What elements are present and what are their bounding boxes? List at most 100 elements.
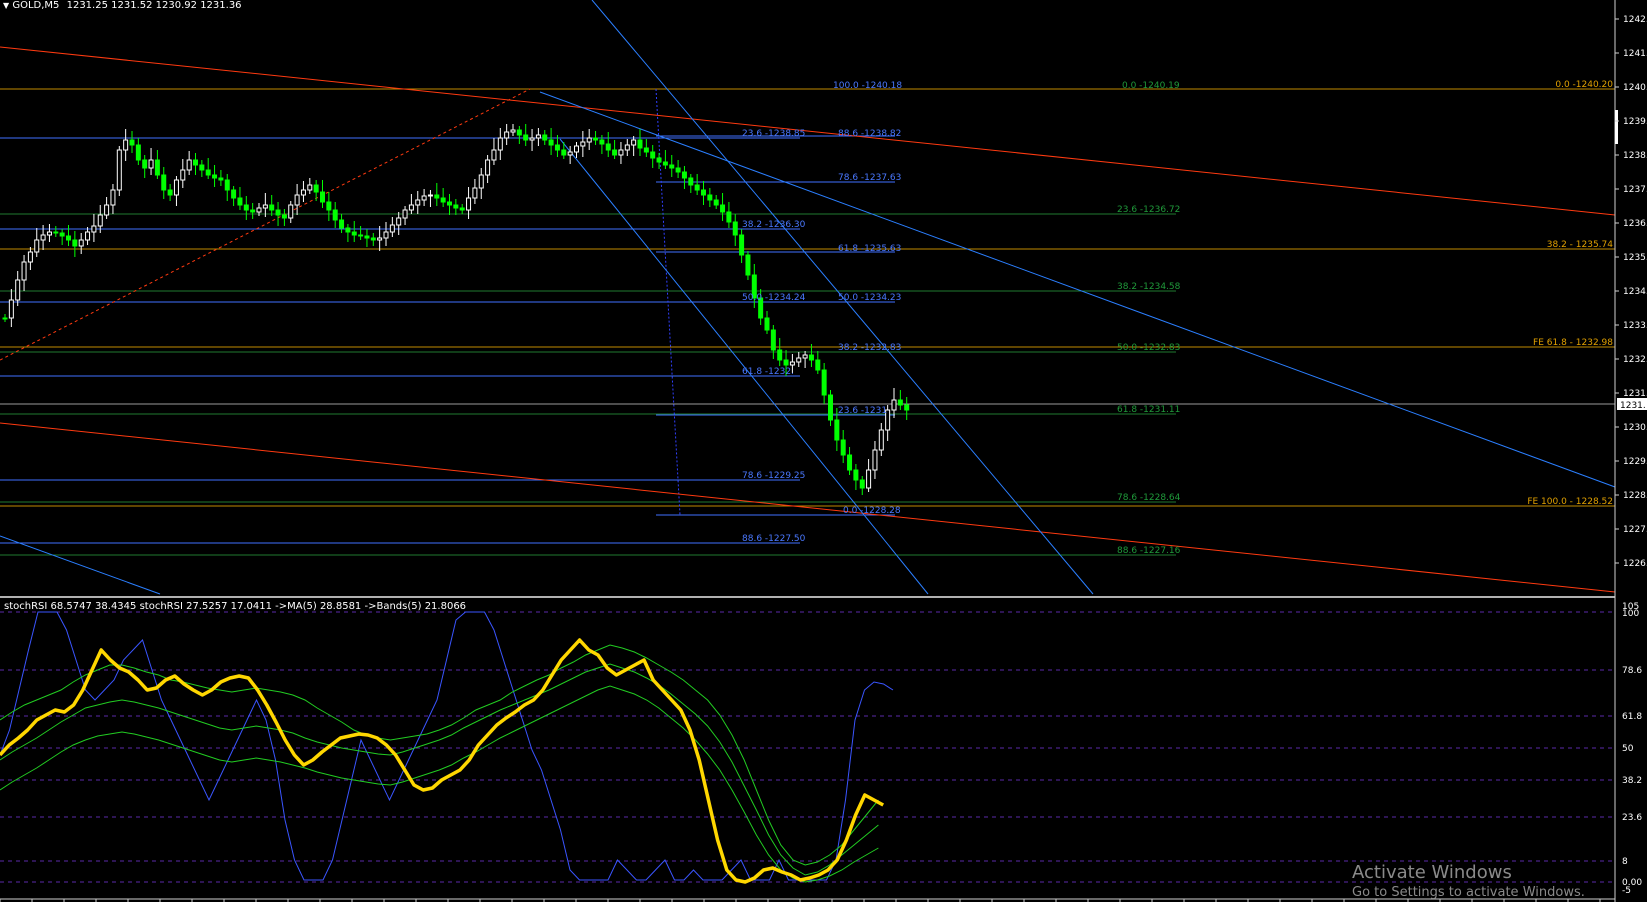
candle-body[interactable] [212,174,218,179]
candle-body[interactable] [878,429,884,451]
candle-body[interactable] [142,159,148,169]
candle-body[interactable] [466,197,472,211]
fib-expansion-orange[interactable] [0,88,1615,507]
candle-body[interactable] [866,469,872,489]
candle-body[interactable] [783,359,789,366]
candle-body[interactable] [631,139,637,146]
candlesticks[interactable] [2,124,910,495]
candle-body[interactable] [231,189,237,199]
candle-body[interactable] [802,354,808,359]
indicator-pane[interactable] [0,596,1615,884]
candle-body[interactable] [300,189,306,196]
candle-body[interactable] [872,449,878,471]
candle-body[interactable] [859,479,865,489]
candle-body[interactable] [618,149,624,156]
candle-body[interactable] [650,151,656,159]
candle-body[interactable] [59,232,65,237]
candle-body[interactable] [453,204,459,209]
candle-body[interactable] [491,149,497,161]
candle-body[interactable] [713,199,719,206]
candle-body[interactable] [764,317,770,331]
candle-body[interactable] [421,195,427,201]
candle-body[interactable] [97,214,103,227]
candle-body[interactable] [167,189,173,196]
candle-body[interactable] [815,359,821,371]
candle-body[interactable] [307,184,313,191]
candle-body[interactable] [53,231,59,234]
candle-body[interactable] [897,399,903,406]
candle-body[interactable] [561,149,567,156]
candle-body[interactable] [580,141,586,147]
candle-body[interactable] [624,144,630,151]
candle-body[interactable] [891,399,897,411]
candle-body[interactable] [739,234,745,256]
candle-body[interactable] [129,139,135,146]
candle-body[interactable] [770,329,776,351]
candle-body[interactable] [789,361,795,366]
fib-retracement-left[interactable] [0,137,800,544]
candle-body[interactable] [34,239,40,253]
candle-body[interactable] [15,279,21,301]
candle-body[interactable] [180,169,186,181]
candle-body[interactable] [694,184,700,191]
candle-body[interactable] [339,219,345,229]
candle-body[interactable] [808,354,814,361]
candle-body[interactable] [345,227,351,233]
candle-body[interactable] [662,161,668,166]
candle-body[interactable] [205,169,211,176]
candle-body[interactable] [199,164,205,171]
candle-body[interactable] [193,159,198,166]
candle-body[interactable] [720,204,726,213]
candle-body[interactable] [148,159,154,169]
candle-body[interactable] [40,234,46,241]
candle-body[interactable] [161,174,167,191]
trading-chart[interactable]: 100.0 -1240.18 88.6 -1238.82 78.6 -1237.… [0,0,1647,902]
candle-body[interactable] [46,231,52,236]
candle-body[interactable] [523,134,529,141]
candle-body[interactable] [332,209,338,221]
candle-body[interactable] [434,194,440,199]
candle-body[interactable] [224,179,230,191]
candle-body[interactable] [821,369,827,396]
candle-body[interactable] [275,209,281,216]
candle-body[interactable] [796,357,802,363]
candle-body[interactable] [675,167,681,173]
candle-body[interactable] [554,144,560,151]
candle-body[interactable] [840,439,846,456]
candle-body[interactable] [542,134,548,141]
candle-body[interactable] [250,209,256,213]
candle-body[interactable] [681,171,687,179]
fib-retracement-green[interactable] [0,88,1176,556]
candle-body[interactable] [116,149,122,191]
candle-body[interactable] [218,177,224,181]
candle-body[interactable] [478,174,484,189]
collapse-triangle-icon[interactable]: ▼ [3,1,9,10]
candle-body[interactable] [256,207,262,213]
candle-body[interactable] [377,237,383,241]
trend-blue-lower-left[interactable] [0,535,161,595]
candle-body[interactable] [78,239,84,247]
candle-body[interactable] [643,147,649,153]
candle-body[interactable] [389,224,395,233]
candle-body[interactable] [262,204,268,209]
trend-red-lower[interactable] [0,422,1616,593]
candle-body[interactable] [104,204,110,216]
candle-body[interactable] [243,204,249,211]
candle-body[interactable] [281,214,287,219]
candle-body[interactable] [21,261,27,281]
candle-body[interactable] [2,317,8,320]
candle-body[interactable] [237,197,243,206]
candle-body[interactable] [497,137,503,151]
candle-body[interactable] [535,134,541,139]
candle-body[interactable] [605,143,611,151]
candle-body[interactable] [269,204,275,211]
candle-body[interactable] [548,139,554,146]
candle-body[interactable] [732,221,738,236]
candle-body[interactable] [688,177,694,186]
candle-body[interactable] [599,139,605,145]
candle-body[interactable] [135,144,141,161]
candle-body[interactable] [485,159,491,176]
trend-blue-channel-a[interactable] [539,91,1616,488]
candle-body[interactable] [459,207,465,211]
candle-body[interactable] [123,139,129,151]
